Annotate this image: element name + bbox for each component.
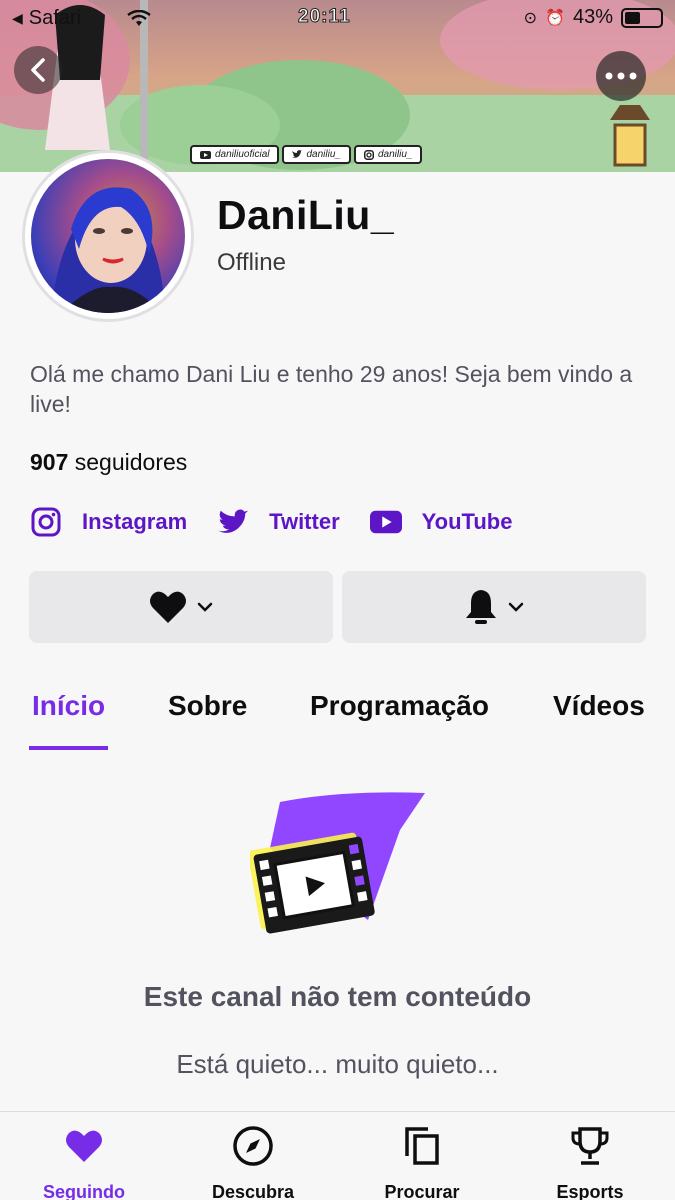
status-time: 20:11: [298, 6, 351, 28]
heart-icon: [66, 1130, 102, 1162]
link-instagram[interactable]: Instagram: [30, 506, 187, 538]
channel-tabs: Início Sobre Programação Vídeos: [0, 690, 675, 750]
more-icon: [605, 72, 637, 80]
instagram-icon: [363, 149, 374, 160]
bell-icon: [466, 590, 496, 624]
notifications-button[interactable]: [342, 571, 646, 643]
tab-sobre[interactable]: Sobre: [168, 690, 247, 722]
banner-tag-youtube: daniliuoficial: [190, 145, 280, 164]
banner-social-tags: daniliuoficial daniliu_ daniliu_: [190, 145, 423, 164]
banner-tag-twitter: daniliu_: [282, 145, 351, 164]
youtube-icon: [369, 506, 402, 538]
avatar-image: [31, 159, 185, 313]
browse-icon: [405, 1127, 439, 1165]
follow-button[interactable]: [29, 571, 333, 643]
tab-programacao[interactable]: Programação: [310, 690, 489, 722]
youtube-icon: [200, 150, 211, 159]
channel-status: Offline: [217, 249, 286, 276]
nav-discover-label: Descubra: [211, 1182, 295, 1200]
rotation-lock-icon: ⊙: [523, 9, 538, 27]
banner-tag-instagram: daniliu_: [353, 145, 423, 164]
heart-icon: [150, 591, 186, 623]
avatar[interactable]: [22, 150, 194, 322]
social-links: Instagram Twitter YouTube: [30, 506, 542, 538]
twitter-icon: [217, 506, 249, 538]
empty-state-illustration: [247, 790, 430, 947]
status-bar: ◀ Safari 20:11 ⊙ ⏰ 43%: [0, 0, 675, 36]
link-twitter-label: Twitter: [269, 509, 340, 534]
chevron-down-icon: [508, 602, 524, 612]
film-reel-icon: [247, 792, 425, 934]
followers-number: 907: [30, 449, 69, 475]
empty-state-title: Este canal não tem conteúdo: [143, 981, 532, 1012]
wifi-icon: [127, 9, 151, 26]
tab-inicio[interactable]: Início: [32, 690, 105, 722]
followers-label: seguidores: [74, 449, 188, 475]
battery-icon: [621, 7, 663, 28]
empty-state-subtitle: Está quieto... muito quieto...: [176, 1049, 499, 1079]
back-triangle-icon: ◀: [12, 10, 23, 26]
alarm-icon: ⏰: [545, 9, 565, 27]
channel-name: DaniLiu_: [217, 192, 395, 238]
bottom-navigation: Seguindo Descubra Procurar Esports: [0, 1111, 675, 1200]
status-back-app-label: Safari: [28, 7, 82, 29]
twitter-icon: [292, 150, 303, 158]
nav-browse-label: Procurar: [384, 1182, 460, 1200]
compass-icon: [233, 1126, 273, 1166]
back-button[interactable]: [14, 46, 62, 94]
channel-banner: ◀ Safari 20:11 ⊙ ⏰ 43% daniliuoficial da…: [0, 0, 675, 172]
nav-esports-label: Esports: [556, 1182, 624, 1200]
trophy-icon: [571, 1127, 609, 1165]
link-youtube-label: YouTube: [421, 509, 513, 534]
active-tab-indicator: [29, 746, 108, 750]
chevron-left-icon: [31, 58, 45, 82]
link-youtube[interactable]: YouTube: [369, 506, 513, 538]
channel-bio: Olá me chamo Dani Liu e tenho 29 anos! S…: [30, 361, 633, 417]
followers-count: 907 seguidores: [30, 449, 187, 476]
status-back-app[interactable]: ◀ Safari: [12, 7, 151, 30]
tab-videos[interactable]: Vídeos: [553, 690, 645, 722]
nav-following[interactable]: Seguindo: [9, 1124, 159, 1200]
nav-following-label: Seguindo: [43, 1182, 125, 1200]
nav-esports[interactable]: Esports: [515, 1124, 665, 1200]
battery-percent: 43%: [572, 6, 613, 28]
instagram-icon: [30, 506, 62, 538]
chevron-down-icon: [197, 602, 213, 612]
link-instagram-label: Instagram: [82, 509, 188, 534]
more-options-button[interactable]: [596, 51, 646, 101]
nav-discover[interactable]: Descubra: [178, 1124, 328, 1200]
nav-browse[interactable]: Procurar: [347, 1124, 497, 1200]
link-twitter[interactable]: Twitter: [217, 506, 340, 538]
